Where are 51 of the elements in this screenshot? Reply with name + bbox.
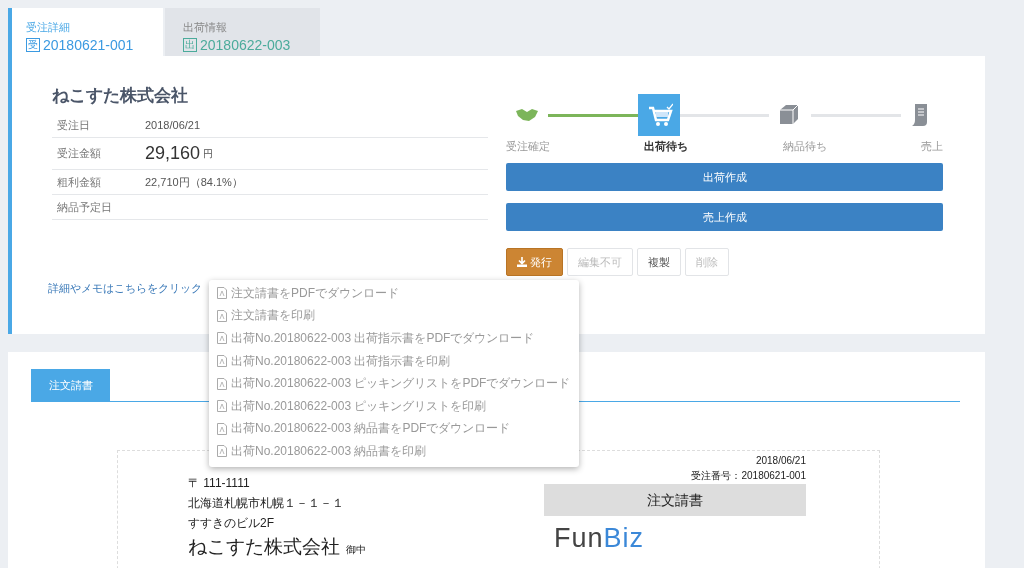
record-number: 20180621-001 (43, 36, 134, 53)
honorific: 御中 (346, 543, 366, 557)
issue-button[interactable]: 発行 (506, 248, 563, 276)
pdf-file-icon (217, 422, 227, 435)
field-label: 納品予定日 (56, 199, 113, 215)
step-label: 納品待ち (782, 139, 827, 154)
menu-item[interactable]: 注文請書を印刷 (209, 304, 579, 328)
document-title: 注文請書 (544, 484, 806, 516)
field-label: 粗利金額 (56, 174, 102, 190)
step-label: 出荷待ち (644, 139, 689, 154)
step-label: 売上 (921, 139, 943, 154)
menu-item[interactable]: 出荷No.20180622-003 納品書をPDFでダウンロード (209, 417, 579, 441)
pdf-file-icon (217, 287, 227, 300)
amount-value: 29,160 (145, 143, 201, 164)
action-button[interactable]: 複製 (637, 248, 681, 276)
record-tab[interactable]: 受注詳細 受 20180621-001 (8, 8, 163, 56)
currency-unit: 円 (203, 146, 214, 161)
record-tab[interactable]: 出荷情報 出 20180622-003 (165, 8, 320, 56)
badge: 出 (183, 37, 197, 52)
menu-item[interactable]: 注文請書をPDFでダウンロード (209, 282, 579, 305)
badge: 受 (26, 37, 40, 52)
pdf-file-icon (217, 309, 227, 322)
field-label: 受注日 (56, 117, 91, 133)
action-button[interactable]: 売上作成 (506, 203, 943, 231)
field-label: 受注金額 (56, 146, 102, 161)
logo: FunBiz (554, 522, 645, 554)
recipient-name: ねこすた株式会社 (188, 537, 340, 557)
address-line: 北海道札幌市札幌１－１－１ (188, 495, 345, 512)
action-button[interactable]: 出荷作成 (506, 163, 943, 191)
download-icon (517, 257, 527, 267)
pdf-file-icon (217, 400, 227, 413)
order-number: 受注番号：20180621-001 (691, 469, 806, 483)
document-tab[interactable]: 注文請書 (31, 369, 110, 401)
address-line: すすきのビル2F (188, 515, 275, 532)
company-name: ねこすた株式会社 (52, 85, 189, 107)
pdf-file-icon (217, 377, 227, 390)
document-date: 2018/06/21 (755, 454, 806, 468)
pdf-file-icon (217, 445, 227, 458)
field-value: 22,710円（84.1%） (145, 174, 243, 190)
menu-item[interactable]: 出荷No.20180622-003 ピッキングリストを印刷 (209, 394, 579, 418)
field-value: 2018/06/21 (145, 119, 201, 131)
menu-item[interactable]: 出荷No.20180622-003 ピッキングリストをPDFでダウンロード (209, 372, 579, 395)
pdf-file-icon (217, 355, 227, 368)
step-label: 受注確定 (506, 139, 550, 154)
pdf-file-icon (217, 332, 227, 345)
menu-item[interactable]: 出荷No.20180622-003 出荷指示書を印刷 (209, 349, 579, 373)
record-number: 20180622-003 (200, 36, 291, 53)
menu-item[interactable]: 出荷No.20180622-003 出荷指示書をPDFでダウンロード (209, 327, 579, 350)
menu-item[interactable]: 出荷No.20180622-003 納品書を印刷 (209, 440, 579, 463)
postal-code: 〒 111-1111 (188, 475, 251, 492)
handshake-icon (516, 109, 538, 121)
